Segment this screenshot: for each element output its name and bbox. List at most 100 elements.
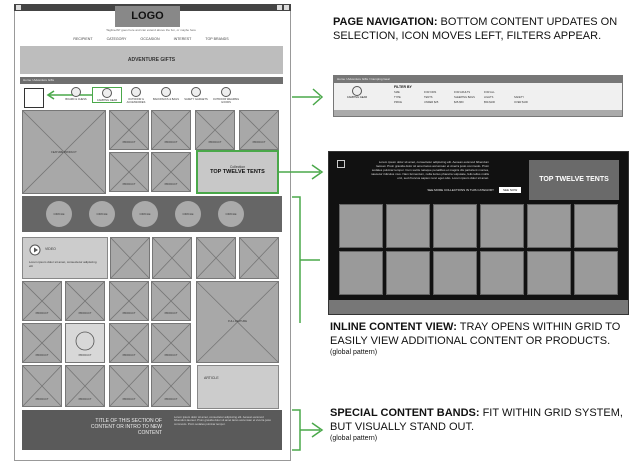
site-logo[interactable]: LOGO xyxy=(115,6,180,27)
product-tile[interactable] xyxy=(239,237,279,279)
tray-product-tile[interactable] xyxy=(574,251,618,295)
circle-item[interactable]: CIRCLE xyxy=(46,201,72,227)
tray-product-tile[interactable] xyxy=(386,204,430,248)
filter-item[interactable]: LIGHTS xyxy=(484,96,514,99)
filter-item[interactable]: UNDER $25 xyxy=(424,101,454,104)
video-tile[interactable]: VIDEO Lorem ipsum dolor sit amet, consec… xyxy=(22,237,108,279)
tile-label: PRODUCT xyxy=(78,354,92,357)
tray-product-tile[interactable] xyxy=(574,204,618,248)
category-backpacks[interactable]: BACKPACKS & BAGS xyxy=(152,87,180,101)
filter-item[interactable]: OVER $100 xyxy=(514,101,544,104)
article-tile[interactable]: ARTICLE xyxy=(197,365,279,409)
feature-product-tile[interactable]: FEATURE PRODUCT xyxy=(22,110,106,194)
category-safety[interactable]: SAFETY GADGETS xyxy=(182,87,210,101)
nav-item-occasion[interactable]: OCCASION xyxy=(140,37,159,41)
product-tile[interactable]: PRODUCT xyxy=(109,323,149,363)
image-placeholder-icon xyxy=(197,238,235,278)
tray-product-tile[interactable] xyxy=(386,251,430,295)
filter-item[interactable]: PRICE xyxy=(394,101,424,104)
play-icon xyxy=(29,244,41,256)
product-tile[interactable]: PRODUCT xyxy=(195,110,235,150)
tile-label: PRODUCT xyxy=(122,354,136,357)
product-tile[interactable]: PRODUCT xyxy=(109,152,149,192)
panel-icon-label: CAMPING GEAR xyxy=(346,96,368,99)
category-outdoor[interactable]: OUTDOOR & ACCESSORIES xyxy=(122,87,150,104)
category-label: OUTDOOR WEARING GOODS xyxy=(212,98,240,104)
filter-item[interactable]: FOR KIDS xyxy=(424,91,454,94)
product-tile[interactable] xyxy=(196,237,236,279)
filter-item[interactable]: FOR ADULTS xyxy=(454,91,484,94)
annotation-note: (global pattern) xyxy=(330,435,378,442)
annotation-note: (global pattern) xyxy=(330,349,378,356)
category-label: CAMPING GEAR xyxy=(96,99,118,102)
image-placeholder-icon xyxy=(240,238,278,278)
tray-product-tile[interactable] xyxy=(480,251,524,295)
nav-item-top-brands[interactable]: TOP BRANDS xyxy=(205,37,228,41)
tray-product-tile[interactable] xyxy=(480,204,524,248)
annotation-special-bands: SPECIAL CONTENT BANDS: FIT WITHIN GRID S… xyxy=(330,407,625,443)
tray-product-tile[interactable] xyxy=(433,204,477,248)
filter-item[interactable]: TENTS xyxy=(424,96,454,99)
tile-label: PRODUCT xyxy=(164,354,178,357)
hiking-icon xyxy=(221,87,231,97)
band-body: Lorem ipsum dolor sit amet, consectetur … xyxy=(174,415,272,426)
circle-item[interactable]: CIRCLE xyxy=(132,201,158,227)
category-outdoor-wear[interactable]: OUTDOOR WEARING GOODS xyxy=(212,87,240,104)
category-board-chess[interactable]: BOARD & CHESS xyxy=(62,87,90,101)
nav-item-interest[interactable]: INTEREST xyxy=(174,37,192,41)
product-tile[interactable]: PRODUCT xyxy=(239,110,279,150)
circle-product-tile[interactable]: PRODUCT xyxy=(65,323,105,363)
tile-label: PRODUCT xyxy=(122,141,136,144)
product-tile[interactable] xyxy=(152,237,192,279)
product-tile[interactable]: PRODUCT xyxy=(22,365,62,407)
product-tile[interactable] xyxy=(110,237,150,279)
filter-item[interactable]: SLEEPING BAGS xyxy=(454,96,484,99)
product-tile[interactable]: PRODUCT xyxy=(151,365,191,407)
tray-product-tile[interactable] xyxy=(527,251,571,295)
tray-product-tile[interactable] xyxy=(339,204,383,248)
circle-item[interactable]: CIRCLE xyxy=(89,201,115,227)
product-tile[interactable]: PRODUCT xyxy=(65,365,105,407)
category-label: OUTDOOR & ACCESSORIES xyxy=(126,98,146,104)
product-tile[interactable]: PRODUCT xyxy=(151,281,191,321)
image-placeholder-icon xyxy=(111,238,149,278)
account-icon xyxy=(277,5,282,10)
product-tile[interactable]: PRODUCT xyxy=(151,110,191,150)
filter-item[interactable]: $25-$50 xyxy=(454,101,484,104)
tray-text: Lorem ipsum dolor sit amet, consectetur … xyxy=(370,160,489,180)
annotation-title: INLINE CONTENT VIEW: xyxy=(330,321,457,333)
filter-item[interactable]: $50-$100 xyxy=(484,101,514,104)
tray-product-tile[interactable] xyxy=(433,251,477,295)
circle-item[interactable]: CIRCLE xyxy=(175,201,201,227)
filter-item[interactable]: SAFETY xyxy=(514,96,544,99)
breadcrumb-text[interactable]: Home / Adventure Gifts xyxy=(23,78,54,82)
tray-product-tile[interactable] xyxy=(339,251,383,295)
filter-item[interactable]: FOR ALL xyxy=(484,91,514,94)
product-tile[interactable]: PRODUCT xyxy=(22,281,62,321)
product-tile[interactable]: PRODUCT xyxy=(109,365,149,407)
product-tile[interactable]: PRODUCT xyxy=(65,281,105,321)
collection-callout-tile[interactable]: Collection TOP TWELVE TENTS xyxy=(196,150,279,194)
tent-icon xyxy=(102,88,112,98)
filter-item[interactable]: TYPE xyxy=(394,96,424,99)
product-tile[interactable]: PRODUCT xyxy=(109,110,149,150)
product-tile[interactable]: PRODUCT xyxy=(22,323,62,363)
annotation-inline-content: INLINE CONTENT VIEW: TRAY OPENS WITHIN G… xyxy=(330,321,625,357)
category-camping-gear[interactable]: CAMPING GEAR xyxy=(92,87,122,103)
special-content-band: TITLE OF THIS SECTION OF CONTENT OR INTR… xyxy=(22,410,282,450)
product-tile[interactable]: PRODUCT xyxy=(151,323,191,363)
see-now-button[interactable]: SEE NOW xyxy=(499,187,522,193)
nav-item-category[interactable]: CATEGORY xyxy=(107,37,127,41)
product-tile[interactable]: PRODUCT xyxy=(151,152,191,192)
product-tile[interactable]: PRODUCT xyxy=(109,281,149,321)
tile-label: PRODUCT xyxy=(122,183,136,186)
close-icon[interactable] xyxy=(337,160,345,168)
full-feature-tile[interactable]: FULL FEATURE xyxy=(196,281,279,363)
tray-product-tile[interactable] xyxy=(527,204,571,248)
circle-item[interactable]: CIRCLE xyxy=(218,201,244,227)
compass-icon xyxy=(131,87,141,97)
filter-item[interactable]: SIZE xyxy=(394,91,424,94)
image-placeholder-icon xyxy=(153,238,191,278)
category-label: SAFETY GADGETS xyxy=(184,98,208,101)
nav-item-recipient[interactable]: RECIPIENT xyxy=(73,37,92,41)
